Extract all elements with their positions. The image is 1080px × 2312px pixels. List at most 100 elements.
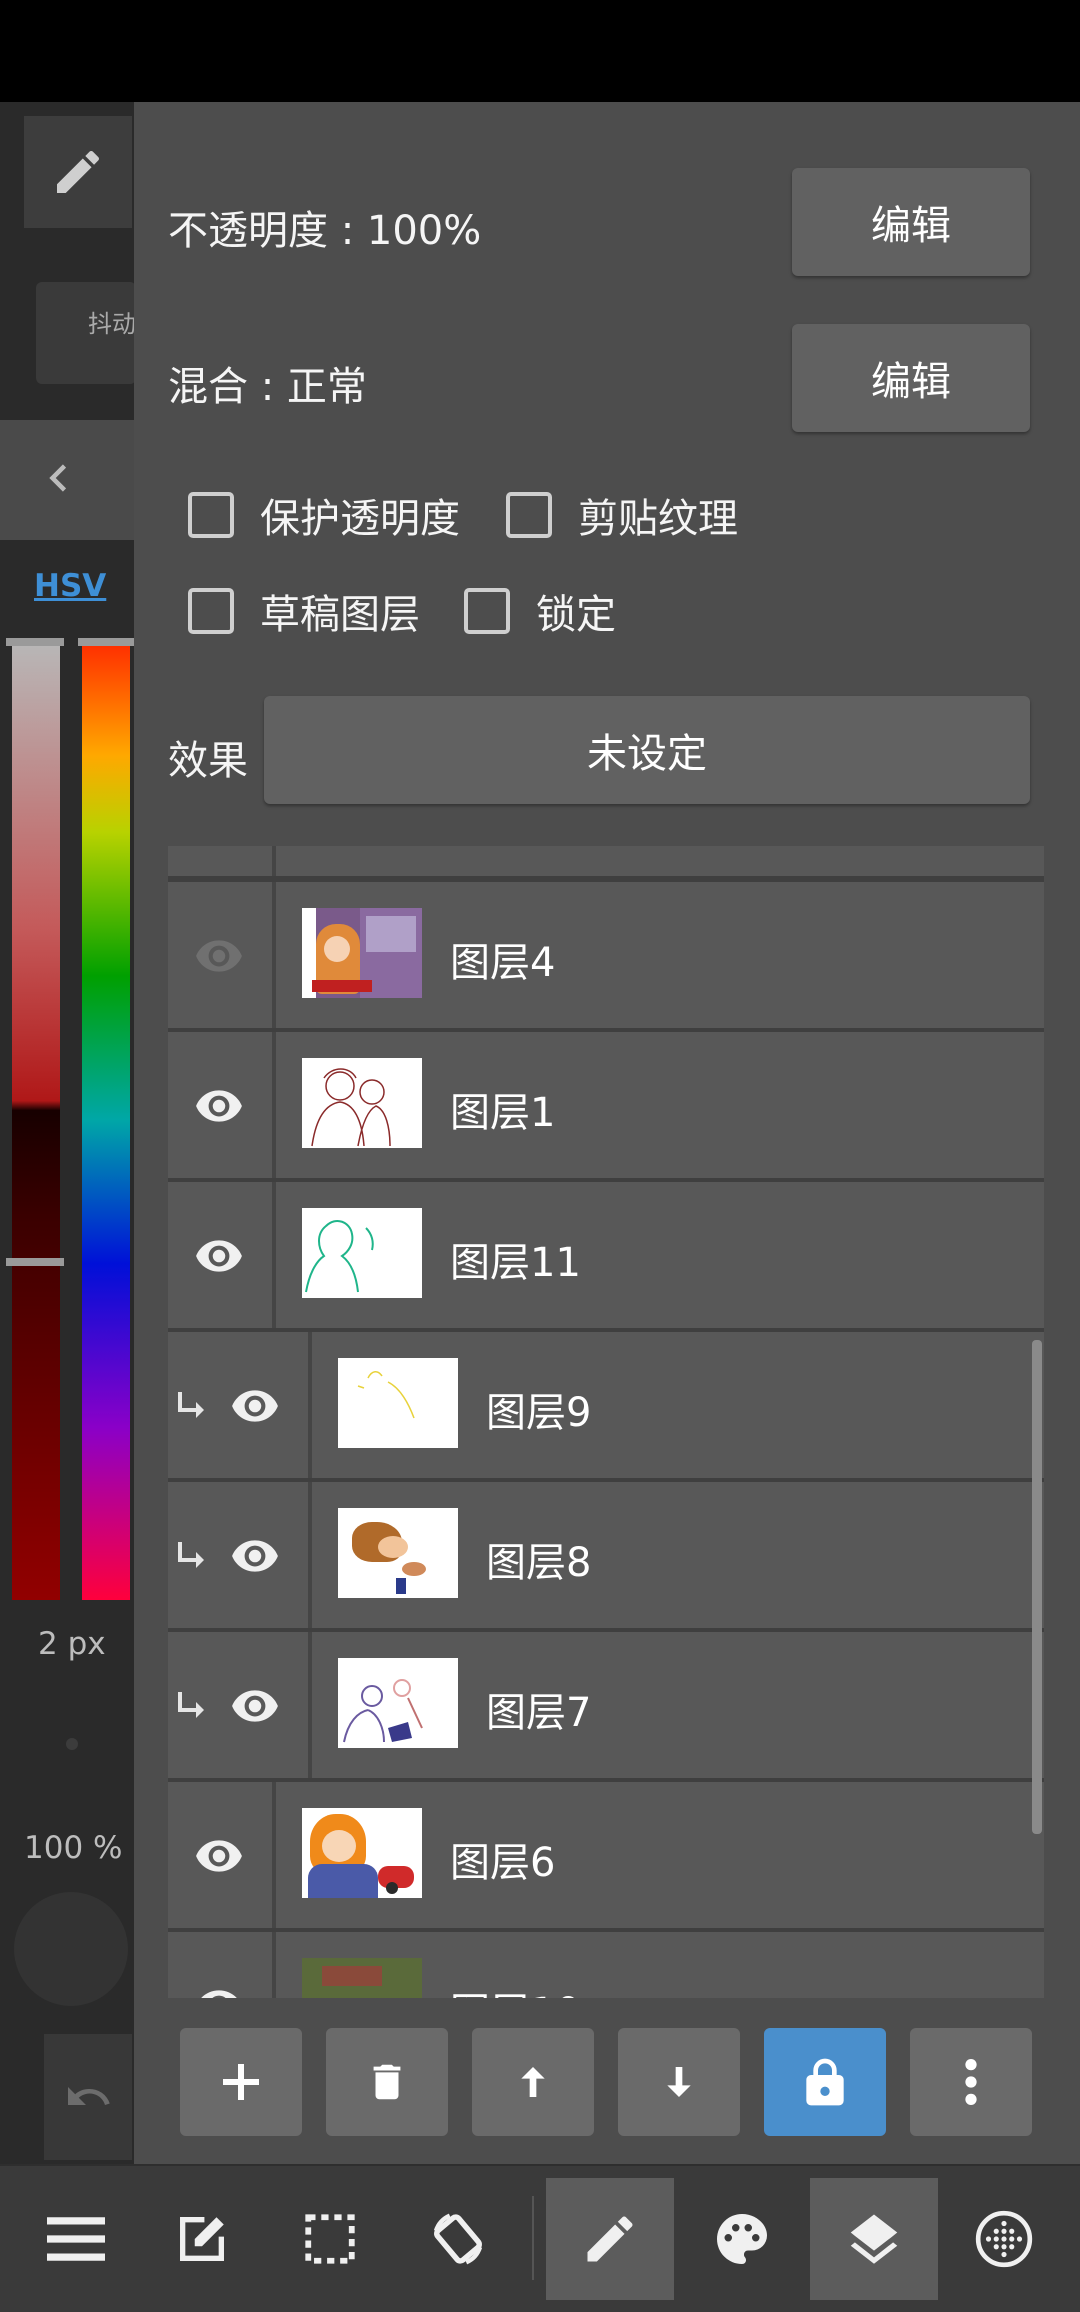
delete-layer-button[interactable] — [326, 2028, 448, 2136]
eye-icon[interactable] — [192, 1980, 246, 1998]
layer-thumbnail — [338, 1358, 458, 1448]
eye-icon[interactable] — [192, 1830, 246, 1880]
move-layer-up-button[interactable] — [472, 2028, 594, 2136]
layer-name: 图层9 — [486, 1390, 592, 1436]
row-divider — [308, 1632, 312, 1778]
rotate-canvas-button[interactable] — [394, 2178, 522, 2300]
more-vert-icon — [965, 2059, 977, 2105]
effect-label: 效果 — [168, 738, 248, 784]
row-divider — [272, 882, 276, 1028]
layer-row-9[interactable]: 图层9 — [168, 1332, 1044, 1478]
layer-thumbnail — [302, 1058, 422, 1148]
brush-size-label: 2 px — [38, 1626, 106, 1662]
layer-row[interactable] — [168, 846, 1044, 876]
brush-size-preview — [66, 1738, 78, 1750]
layer-name: 图层11 — [450, 1240, 581, 1286]
undo-button[interactable] — [44, 2034, 132, 2160]
add-icon — [223, 2064, 259, 2100]
saturation-slider[interactable] — [12, 640, 60, 1600]
pencil-icon — [587, 2216, 633, 2262]
eye-icon[interactable] — [228, 1530, 282, 1580]
opacity-label: 不透明度 : 100% — [168, 208, 482, 254]
layer-row-11[interactable]: 图层11 — [168, 1182, 1044, 1328]
eye-icon[interactable] — [192, 1230, 246, 1280]
move-layer-down-button[interactable] — [618, 2028, 740, 2136]
selection-icon — [305, 2214, 355, 2264]
hue-slider[interactable] — [82, 640, 130, 1600]
brush-chip[interactable]: 抖动 — [36, 282, 136, 384]
layers-button[interactable] — [810, 2178, 938, 2300]
pen-tool-button[interactable] — [24, 116, 132, 228]
eye-icon[interactable] — [192, 1080, 246, 1130]
arrow-up-icon — [521, 2067, 545, 2097]
row-divider — [272, 1032, 276, 1178]
brush-tool-button[interactable] — [546, 2178, 674, 2300]
brush-chip-label: 抖动 — [88, 310, 136, 338]
checkbox-box[interactable] — [188, 492, 234, 538]
more-options-button[interactable] — [910, 2028, 1032, 2136]
checkbox-label: 草稿图层 — [260, 592, 420, 638]
opacity-edit-button[interactable]: 编辑 — [792, 168, 1030, 276]
materials-button[interactable] — [940, 2178, 1068, 2300]
layer-list-scrollbar[interactable] — [1032, 1340, 1042, 1834]
layer-row-6[interactable]: 图层6 — [168, 1782, 1044, 1928]
edit-note-icon — [180, 2217, 224, 2261]
clipping-checkbox[interactable]: 剪贴纹理 — [506, 486, 738, 544]
row-divider — [272, 1182, 276, 1328]
eye-icon[interactable] — [228, 1680, 282, 1730]
visibility-off-eye-icon[interactable] — [192, 930, 246, 980]
layer-thumbnail — [302, 908, 422, 998]
edit-button[interactable] — [138, 2178, 266, 2300]
undo-icon — [68, 2087, 110, 2105]
materials-icon — [975, 2210, 1033, 2268]
saturation-handle[interactable] — [6, 1258, 64, 1266]
row-divider — [272, 1782, 276, 1928]
layer-name: 图层1 — [450, 1090, 556, 1136]
layer-row-10[interactable]: 图层10 — [168, 1932, 1044, 1998]
layer-thumbnail — [338, 1508, 458, 1598]
layer-name: 图层10 — [450, 1980, 581, 1998]
clipping-arrow-icon — [174, 1538, 204, 1572]
menu-button[interactable] — [12, 2178, 140, 2300]
protect-alpha-checkbox[interactable]: 保护透明度 — [188, 486, 460, 544]
layer-name: 图层7 — [486, 1690, 592, 1736]
layers-icon — [850, 2214, 898, 2264]
layer-row-4[interactable]: 图层4 — [168, 882, 1044, 1028]
lock-checkbox[interactable]: 锁定 — [464, 582, 616, 640]
saturation-top-handle[interactable] — [6, 638, 64, 646]
lock-layer-button[interactable] — [764, 2028, 886, 2136]
checkbox-box[interactable] — [188, 588, 234, 634]
layer-name: 图层8 — [486, 1540, 592, 1586]
color-mode-tab[interactable]: HSV — [34, 568, 106, 604]
layer-list[interactable]: 图层4 图层1 图层11 图层9 图层8 图层7 图层6 — [168, 846, 1044, 1998]
chevron-left-icon[interactable] — [30, 448, 90, 508]
layer-row-8[interactable]: 图层8 — [168, 1482, 1044, 1628]
clipping-arrow-icon — [174, 1688, 204, 1722]
color-button[interactable] — [678, 2178, 806, 2300]
eye-icon[interactable] — [228, 1380, 282, 1430]
effect-button[interactable]: 未设定 — [264, 696, 1030, 804]
palette-icon — [717, 2214, 767, 2264]
layer-name: 图层6 — [450, 1840, 556, 1886]
menu-icon — [47, 2217, 105, 2261]
clipping-arrow-icon — [174, 1388, 204, 1422]
arrow-down-icon — [667, 2067, 691, 2097]
lock-icon — [806, 2058, 844, 2106]
layer-row-1[interactable]: 图层1 — [168, 1032, 1044, 1178]
brush-opacity-label: 100 % — [24, 1830, 123, 1866]
row-divider — [308, 1332, 312, 1478]
row-divider — [272, 846, 276, 876]
layer-thumbnail — [302, 1808, 422, 1898]
selection-button[interactable] — [266, 2178, 394, 2300]
layer-thumbnail — [302, 1208, 422, 1298]
blend-edit-button[interactable]: 编辑 — [792, 324, 1030, 432]
checkbox-label: 剪贴纹理 — [578, 496, 738, 542]
draft-layer-checkbox[interactable]: 草稿图层 — [188, 582, 420, 640]
add-layer-button[interactable] — [180, 2028, 302, 2136]
checkbox-box[interactable] — [464, 588, 510, 634]
checkbox-box[interactable] — [506, 492, 552, 538]
checkbox-label: 保护透明度 — [260, 496, 460, 542]
layer-row-7[interactable]: 图层7 — [168, 1632, 1044, 1778]
color-preview-circle[interactable] — [14, 1892, 128, 2006]
hue-handle[interactable] — [78, 638, 134, 646]
